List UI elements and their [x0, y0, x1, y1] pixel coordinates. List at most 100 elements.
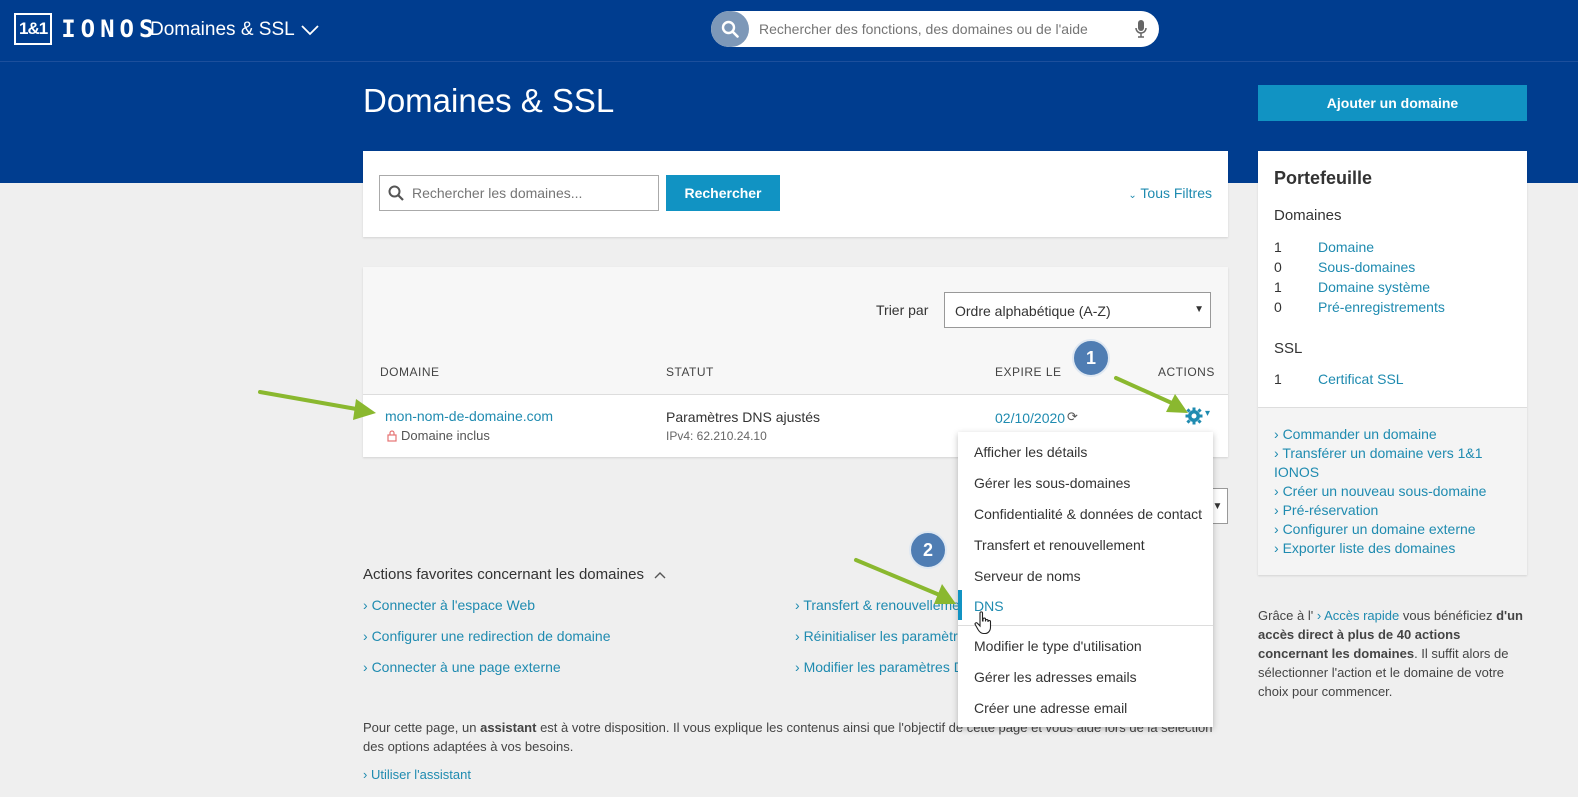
use-assistant-link[interactable]: › Utiliser l'assistant	[363, 767, 471, 782]
portfolio-action-link[interactable]: › Pré-réservation	[1274, 501, 1519, 520]
global-search-input[interactable]	[749, 21, 1123, 37]
product-menu-label: Domaines & SSL	[150, 19, 295, 40]
favorite-link-label: Configurer une redirection de domaine	[371, 628, 611, 644]
favorite-link[interactable]: › Réinitialiser les paramètres	[795, 628, 972, 644]
portfolio-link-ssl[interactable]: Certificat SSL	[1318, 371, 1404, 387]
portfolio-link-preregistrations[interactable]: Pré-enregistrements	[1318, 299, 1445, 315]
quick-access-label: Accès rapide	[1324, 608, 1400, 623]
logo-text: IONOS	[61, 15, 159, 43]
quick-access-link[interactable]: › Accès rapide	[1317, 608, 1399, 623]
search-icon	[388, 185, 404, 201]
status-text: Paramètres DNS ajustés	[666, 409, 821, 425]
step-badge: 1	[1072, 339, 1110, 377]
portfolio-action-link[interactable]: › Créer un nouveau sous-domaine	[1274, 482, 1519, 501]
lock-icon	[387, 429, 397, 442]
menu-item-show-details[interactable]: Afficher les détails	[974, 444, 1087, 460]
menu-item-transfer[interactable]: Transfert et renouvellement	[974, 537, 1145, 553]
portfolio-action-label: Configurer un domaine externe	[1282, 521, 1476, 537]
menu-divider	[958, 625, 1213, 626]
portfolio-actions: › Commander un domaine › Transférer un d…	[1258, 407, 1527, 575]
favorite-link[interactable]: › Modifier les paramètres DNS	[795, 659, 983, 675]
caret-down-icon: ▼	[1212, 500, 1223, 512]
favorite-link[interactable]: › Connecter à l'espace Web	[363, 597, 535, 613]
chevron-down-icon	[301, 25, 319, 36]
annotation-arrow-icon	[258, 390, 376, 420]
portfolio-ssl-heading: SSL	[1274, 340, 1303, 357]
column-header-expire: EXPIRE LE	[995, 365, 1062, 379]
portfolio-count: 0	[1274, 259, 1282, 275]
chevron-down-icon: ⌄	[1128, 190, 1137, 201]
domain-link[interactable]: mon-nom-de-domaine.com	[385, 408, 553, 424]
menu-item-usage-type[interactable]: Modifier le type d'utilisation	[974, 638, 1142, 654]
quick-mid: vous bénéficiez	[1399, 608, 1497, 623]
domain-search-field[interactable]	[379, 175, 659, 211]
menu-item-manage-emails[interactable]: Gérer les adresses emails	[974, 669, 1137, 685]
refresh-icon[interactable]: ⟳	[1067, 409, 1078, 425]
domain-included: Domaine inclus	[387, 428, 490, 443]
favorite-link[interactable]: › Configurer une redirection de domaine	[363, 628, 611, 644]
assistant-text-before: Pour cette page, un	[363, 720, 481, 735]
sort-select[interactable]: Ordre alphabétique (A-Z) ▼	[944, 292, 1211, 328]
assistant-info: Pour cette page, un assistant est à votr…	[363, 718, 1213, 784]
portfolio-panel: Portefeuille Domaines 1 Domaine 0 Sous-d…	[1258, 151, 1527, 575]
favorite-link-label: Connecter à une page externe	[371, 659, 561, 675]
microphone-icon[interactable]	[1123, 19, 1159, 39]
all-filters-toggle[interactable]: ⌄ Tous Filtres	[1128, 185, 1212, 201]
sort-label: Trier par	[876, 302, 929, 318]
search-icon[interactable]	[711, 11, 749, 47]
domain-search-card: Rechercher ⌄ Tous Filtres	[363, 151, 1228, 237]
menu-item-subdomains[interactable]: Gérer les sous-domaines	[974, 475, 1130, 491]
ip-text: IPv4: 62.210.24.10	[666, 429, 767, 443]
favorites-title[interactable]: Actions favorites concernant les domaine…	[363, 566, 666, 583]
portfolio-action-link[interactable]: › Transférer un domaine vers 1&1 IONOS	[1274, 444, 1519, 482]
chevron-up-icon	[654, 572, 666, 579]
expire-date-link[interactable]: 02/10/2020	[995, 410, 1065, 426]
menu-item-nameservers[interactable]: Serveur de noms	[974, 568, 1081, 584]
use-assistant-label: Utiliser l'assistant	[370, 767, 471, 782]
portfolio-action-label: Exporter liste des domaines	[1282, 540, 1456, 556]
quick-prefix: Grâce à l'	[1258, 608, 1317, 623]
portfolio-count: 1	[1274, 371, 1282, 387]
chevron-down-icon[interactable]: ▾	[1205, 408, 1210, 419]
favorite-link[interactable]: › Connecter à une page externe	[363, 659, 561, 675]
domain-search-input[interactable]	[412, 185, 642, 201]
portfolio-domains-heading: Domaines	[1274, 207, 1342, 224]
portfolio-action-link[interactable]: › Configurer un domaine externe	[1274, 520, 1519, 539]
menu-item-privacy[interactable]: Confidentialité & données de contact	[974, 506, 1202, 522]
add-domain-button[interactable]: Ajouter un domaine	[1258, 85, 1527, 121]
favorite-link-label: Modifier les paramètres DNS	[803, 659, 984, 675]
portfolio-action-label: Commander un domaine	[1282, 426, 1437, 442]
portfolio-action-label: Pré-réservation	[1282, 502, 1379, 518]
portfolio-link-system-domain[interactable]: Domaine système	[1318, 279, 1430, 295]
portfolio-link-subdomains[interactable]: Sous-domaines	[1318, 259, 1415, 275]
portfolio-action-label: Créer un nouveau sous-domaine	[1282, 483, 1487, 499]
sort-select-value: Ordre alphabétique (A-Z)	[955, 303, 1111, 319]
actions-dropdown: Afficher les détails Gérer les sous-doma…	[958, 432, 1213, 727]
portfolio-count: 1	[1274, 239, 1282, 255]
menu-item-create-email[interactable]: Créer une adresse email	[974, 700, 1127, 716]
hand-cursor-icon	[974, 611, 992, 635]
portfolio-count: 1	[1274, 279, 1282, 295]
column-header-domain: DOMAINE	[380, 365, 440, 379]
domain-included-label: Domaine inclus	[401, 428, 490, 443]
all-filters-label: Tous Filtres	[1140, 185, 1212, 201]
search-button[interactable]: Rechercher	[666, 175, 780, 211]
quick-access-info: Grâce à l' › Accès rapide vous bénéficie…	[1258, 606, 1528, 701]
favorite-link-label: Réinitialiser les paramètres	[803, 628, 973, 644]
caret-down-icon: ▼	[1194, 304, 1204, 315]
portfolio-link-domain[interactable]: Domaine	[1318, 239, 1374, 255]
favorites-title-text: Actions favorites concernant les domaine…	[363, 566, 644, 583]
page-title: Domaines & SSL	[363, 82, 615, 119]
favorite-link-label: Connecter à l'espace Web	[371, 597, 536, 613]
ionos-logo[interactable]: 1&1 IONOS	[14, 13, 158, 45]
global-search[interactable]	[711, 11, 1159, 47]
portfolio-title: Portefeuille	[1274, 168, 1373, 188]
logo-box: 1&1	[14, 13, 53, 45]
column-header-status: STATUT	[666, 365, 714, 379]
portfolio-action-link[interactable]: › Commander un domaine	[1274, 425, 1519, 444]
portfolio-action-link[interactable]: › Exporter liste des domaines	[1274, 539, 1519, 558]
annotation-arrow-icon	[854, 558, 956, 604]
portfolio-action-label: Transférer un domaine vers 1&1 IONOS	[1274, 445, 1483, 480]
product-menu[interactable]: Domaines & SSL	[150, 19, 319, 41]
top-bar: 1&1 IONOS Domaines & SSL	[0, 0, 1578, 62]
